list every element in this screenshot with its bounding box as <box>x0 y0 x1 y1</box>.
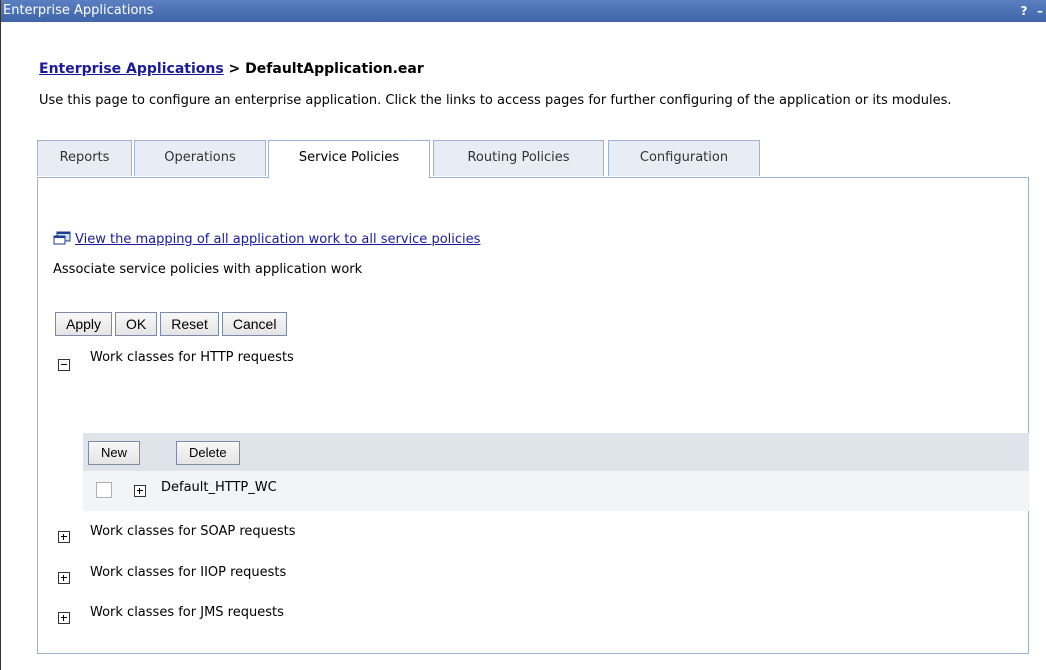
monitor-window-icon <box>53 231 71 247</box>
work-class-name: Default_HTTP_WC <box>161 480 277 495</box>
reset-button[interactable]: Reset <box>160 312 219 336</box>
tab-operations[interactable]: Operations <box>134 140 266 176</box>
help-icon[interactable]: ? <box>1017 2 1031 20</box>
tab-routing-policies[interactable]: Routing Policies <box>433 140 604 176</box>
minimize-icon[interactable]: – <box>1033 2 1046 20</box>
collapse-http-icon[interactable] <box>58 359 70 371</box>
tab-content-panel <box>37 177 1029 654</box>
expand-jms-icon[interactable] <box>58 612 70 624</box>
expand-row-icon[interactable] <box>134 485 146 497</box>
associate-text: Associate service policies with applicat… <box>53 262 363 277</box>
view-mapping-link[interactable]: View the mapping of all application work… <box>53 231 480 247</box>
tab-reports[interactable]: Reports <box>37 140 132 176</box>
section-soap-label: Work classes for SOAP requests <box>90 524 296 539</box>
ok-button[interactable]: OK <box>115 312 158 336</box>
window-title: Enterprise Applications <box>3 3 154 18</box>
breadcrumb-current: DefaultApplication.ear <box>245 61 424 77</box>
enterprise-applications-window: Enterprise Applications ? – Enterprise A… <box>0 0 1046 670</box>
row-select-checkbox[interactable] <box>96 482 112 498</box>
form-buttons: Apply OK Reset Cancel <box>55 312 288 336</box>
titlebar-buttons: ? – <box>1017 2 1046 20</box>
tab-configuration[interactable]: Configuration <box>608 140 760 176</box>
section-iiop-label: Work classes for IIOP requests <box>90 565 287 580</box>
view-mapping-link-text[interactable]: View the mapping of all application work… <box>75 232 480 247</box>
expand-iiop-icon[interactable] <box>58 572 70 584</box>
expand-soap-icon[interactable] <box>58 531 70 543</box>
cancel-button[interactable]: Cancel <box>221 312 288 336</box>
apply-button[interactable]: Apply <box>55 312 113 336</box>
breadcrumb-separator: > <box>223 61 246 77</box>
section-jms-label: Work classes for JMS requests <box>90 605 284 620</box>
section-http-label: Work classes for HTTP requests <box>90 350 294 365</box>
page-description: Use this page to configure an enterprise… <box>39 93 952 108</box>
breadcrumb-link-enterprise-applications[interactable]: Enterprise Applications <box>39 61 224 77</box>
window-titlebar: Enterprise Applications ? – <box>1 0 1046 22</box>
new-button[interactable]: New <box>88 441 141 465</box>
breadcrumb: Enterprise Applications > DefaultApplica… <box>39 61 424 77</box>
delete-button[interactable]: Delete <box>176 441 240 465</box>
tab-service-policies[interactable]: Service Policies <box>268 140 430 178</box>
